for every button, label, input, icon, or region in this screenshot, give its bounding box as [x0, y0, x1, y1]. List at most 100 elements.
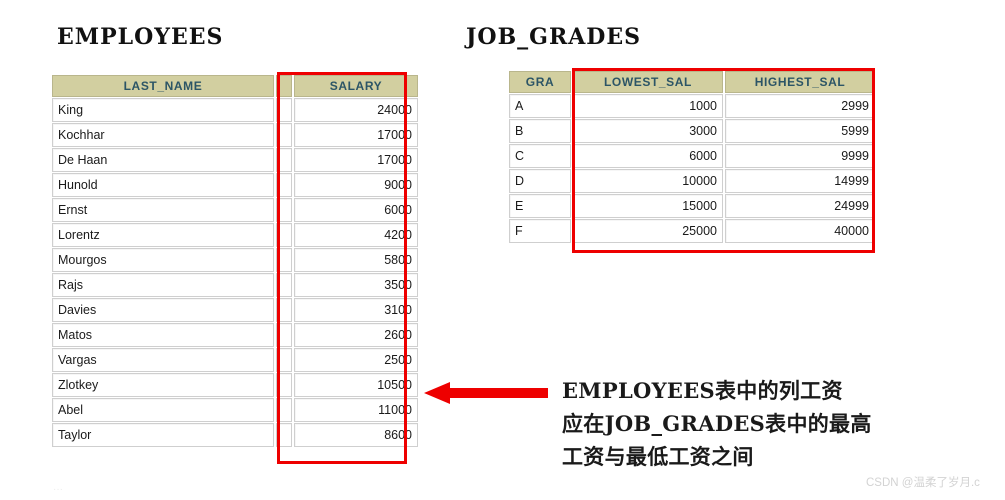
table-row[interactable]: Mourgos 5800	[52, 248, 418, 272]
cell-salary: 2500	[294, 348, 418, 372]
cell-last-name: Taylor	[52, 423, 274, 447]
table-row[interactable]: Ernst 6000	[52, 198, 418, 222]
table-row[interactable]: F 25000 40000	[509, 219, 875, 243]
employees-table-body: King 24000 Kochhar 17000 De Haan 17000 Hunold 9…	[52, 98, 418, 447]
table-row[interactable]: Lorentz 4200	[52, 223, 418, 247]
table-row[interactable]: Abel 11000	[52, 398, 418, 422]
left-pointing-arrow-icon	[424, 382, 548, 404]
csdn-watermark: CSDN @温柔了岁月.c	[866, 477, 980, 489]
cell-lowest-sal: 25000	[573, 219, 723, 243]
column-header-gra[interactable]: GRA	[509, 71, 571, 93]
cell-highest-sal: 5999	[725, 119, 875, 143]
table-row[interactable]: C 6000 9999	[509, 144, 875, 168]
cell-highest-sal: 2999	[725, 94, 875, 118]
cell-last-name: Abel	[52, 398, 274, 422]
cell-highest-sal: 24999	[725, 194, 875, 218]
table-row[interactable]: King 24000	[52, 98, 418, 122]
column-header-lowest-sal[interactable]: LOWEST_SAL	[573, 71, 723, 93]
cell-salary: 17000	[294, 123, 418, 147]
column-header-salary[interactable]: SALARY	[294, 75, 418, 97]
cell-salary: 2600	[294, 323, 418, 347]
employees-header-row: LAST_NAME SALARY	[52, 75, 418, 97]
cell-spacer	[276, 223, 292, 247]
cell-salary: 3100	[294, 298, 418, 322]
cell-last-name: De Haan	[52, 148, 274, 172]
cell-highest-sal: 14999	[725, 169, 875, 193]
cell-last-name: Rajs	[52, 273, 274, 297]
cell-lowest-sal: 3000	[573, 119, 723, 143]
cell-spacer	[276, 398, 292, 422]
cell-grade: B	[509, 119, 571, 143]
cell-spacer	[276, 348, 292, 372]
job-grades-table: GRA LOWEST_SAL HIGHEST_SAL A 1000 2999 B 300…	[507, 70, 877, 244]
table-row[interactable]: Hunold 9000	[52, 173, 418, 197]
cell-spacer	[276, 123, 292, 147]
cell-last-name: Lorentz	[52, 223, 274, 247]
table-row[interactable]: Zlotkey 10500	[52, 373, 418, 397]
cell-grade: F	[509, 219, 571, 243]
cell-salary: 17000	[294, 148, 418, 172]
cell-lowest-sal: 1000	[573, 94, 723, 118]
cell-salary: 3500	[294, 273, 418, 297]
cell-last-name: Hunold	[52, 173, 274, 197]
column-header-spacer	[276, 75, 292, 97]
cell-lowest-sal: 15000	[573, 194, 723, 218]
table-row[interactable]: Davies 3100	[52, 298, 418, 322]
cell-grade: E	[509, 194, 571, 218]
cell-last-name: Mourgos	[52, 248, 274, 272]
cell-salary: 5800	[294, 248, 418, 272]
cell-spacer	[276, 98, 292, 122]
annotation-line-2: 应在JOB_GRADES表中的最高	[562, 411, 872, 436]
job-grades-table-title: JOB_GRADES	[466, 24, 642, 50]
cell-spacer	[276, 273, 292, 297]
cell-lowest-sal: 10000	[573, 169, 723, 193]
cell-grade: D	[509, 169, 571, 193]
cell-highest-sal: 9999	[725, 144, 875, 168]
cell-salary: 8600	[294, 423, 418, 447]
cell-last-name: King	[52, 98, 274, 122]
cell-last-name: Matos	[52, 323, 274, 347]
cell-last-name: Zlotkey	[52, 373, 274, 397]
job-grades-table-body: A 1000 2999 B 3000 5999 C 6000 9999 D 10000 14999 E 1…	[509, 94, 875, 243]
table-row[interactable]: B 3000 5999	[509, 119, 875, 143]
cell-spacer	[276, 148, 292, 172]
employees-table: LAST_NAME SALARY King 24000 Kochhar 17000 De…	[50, 74, 420, 448]
table-row[interactable]: Kochhar 17000	[52, 123, 418, 147]
table-row[interactable]: D 10000 14999	[509, 169, 875, 193]
cell-spacer	[276, 198, 292, 222]
annotation-note: EMPLOYEES表中的列工资 应在JOB_GRADES表中的最高 工资与最低工…	[562, 374, 992, 473]
cell-last-name: Davies	[52, 298, 274, 322]
cell-last-name: Vargas	[52, 348, 274, 372]
table-row[interactable]: Rajs 3500	[52, 273, 418, 297]
cell-salary: 9000	[294, 173, 418, 197]
cell-lowest-sal: 6000	[573, 144, 723, 168]
cell-salary: 11000	[294, 398, 418, 422]
cell-grade: A	[509, 94, 571, 118]
cell-spacer	[276, 298, 292, 322]
cell-spacer	[276, 423, 292, 447]
column-header-highest-sal[interactable]: HIGHEST_SAL	[725, 71, 875, 93]
cell-salary: 4200	[294, 223, 418, 247]
annotation-line-3: 工资与最低工资之间	[562, 444, 754, 469]
table-row[interactable]: Matos 2600	[52, 323, 418, 347]
cell-highest-sal: 40000	[725, 219, 875, 243]
table-row[interactable]: De Haan 17000	[52, 148, 418, 172]
cell-spacer	[276, 173, 292, 197]
cell-last-name: Kochhar	[52, 123, 274, 147]
table-row[interactable]: A 1000 2999	[509, 94, 875, 118]
cell-last-name: Ernst	[52, 198, 274, 222]
annotation-line-1: EMPLOYEES表中的列工资	[562, 378, 843, 403]
bottom-clipped-artifact: ···	[53, 487, 75, 492]
job-grades-header-row: GRA LOWEST_SAL HIGHEST_SAL	[509, 71, 875, 93]
employees-table-title: EMPLOYEES	[57, 24, 224, 50]
cell-salary: 10500	[294, 373, 418, 397]
cell-spacer	[276, 373, 292, 397]
table-row[interactable]: Taylor 8600	[52, 423, 418, 447]
cell-salary: 24000	[294, 98, 418, 122]
cell-spacer	[276, 323, 292, 347]
column-header-last-name[interactable]: LAST_NAME	[52, 75, 274, 97]
table-row[interactable]: Vargas 2500	[52, 348, 418, 372]
cell-spacer	[276, 248, 292, 272]
table-row[interactable]: E 15000 24999	[509, 194, 875, 218]
cell-grade: C	[509, 144, 571, 168]
